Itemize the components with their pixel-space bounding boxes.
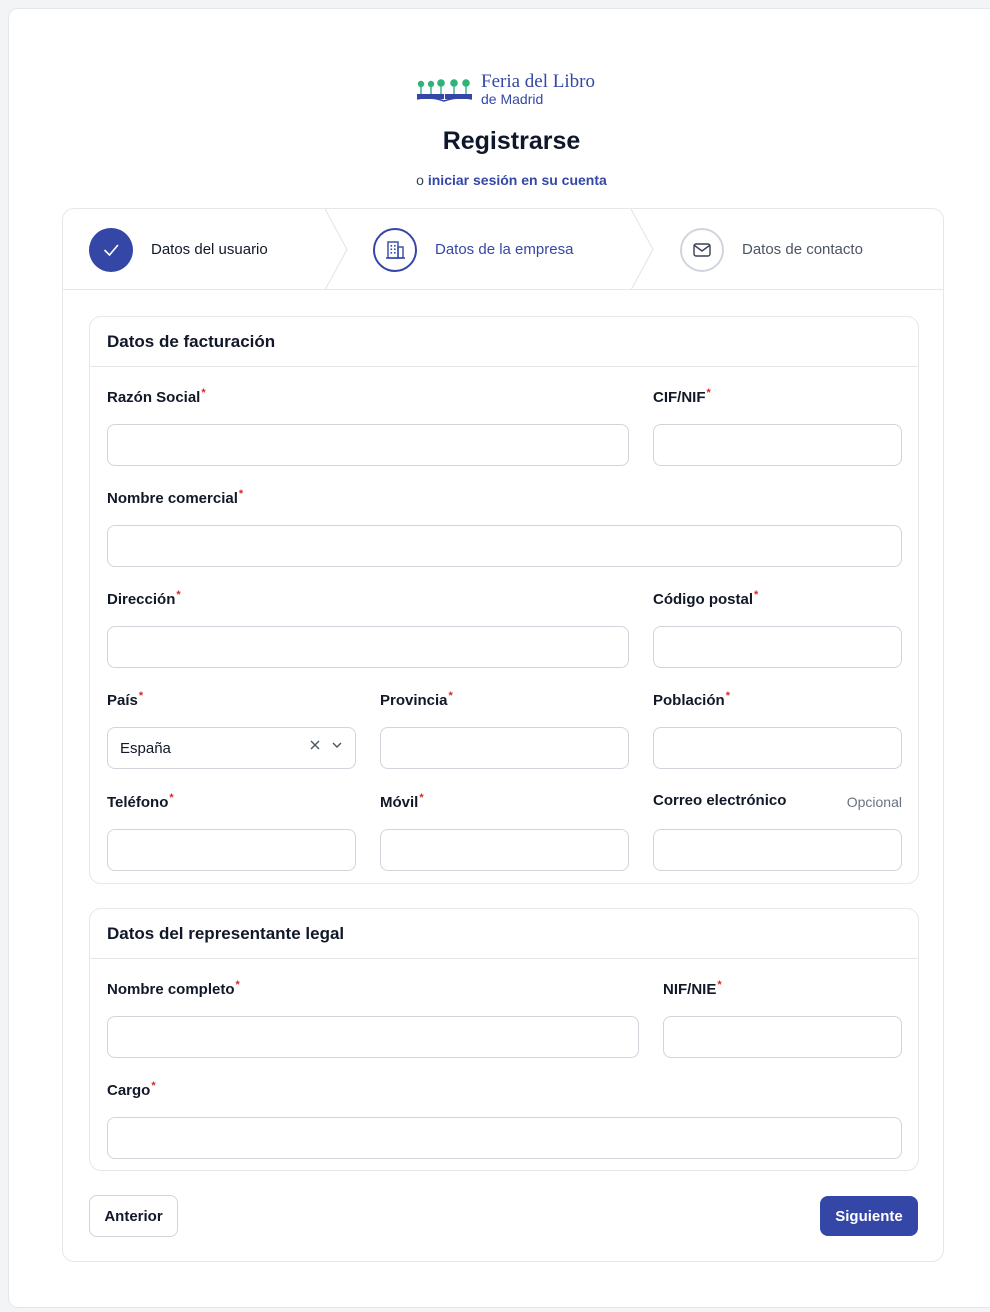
movil-field: Móvil*	[380, 792, 629, 871]
direccion-input[interactable]	[107, 626, 629, 668]
step-company-data[interactable]: Datos de la empresa	[373, 209, 573, 290]
login-link[interactable]: iniciar sesión en su cuenta	[428, 172, 607, 188]
pais-select[interactable]: España	[107, 727, 356, 769]
field-label: Nombre comercial	[107, 490, 238, 507]
required-mark: *	[176, 589, 181, 601]
step-contact-data[interactable]: Datos de contacto	[680, 209, 863, 290]
step-label: Datos de la empresa	[435, 241, 574, 258]
step-label: Datos del usuario	[151, 241, 268, 258]
pais-field: País* España	[107, 690, 356, 769]
legal-panel-title: Datos del representante legal	[90, 909, 918, 959]
field-label: Móvil	[380, 794, 419, 811]
field-label: Nombre completo	[107, 981, 235, 998]
clear-icon[interactable]	[309, 739, 321, 751]
cif-nif-input[interactable]	[653, 424, 902, 466]
poblacion-input[interactable]	[653, 727, 902, 769]
required-mark: *	[169, 792, 174, 804]
registration-card: Datos del usuario Datos de la empresa Da…	[62, 208, 944, 1262]
field-label: Provincia	[380, 692, 448, 709]
subtitle-prefix: o	[416, 172, 424, 188]
step-separator	[325, 209, 348, 290]
required-mark: *	[717, 979, 722, 991]
nombre-comercial-input[interactable]	[107, 525, 902, 567]
required-mark: *	[238, 488, 244, 500]
razon-social-field: Razón Social*	[107, 387, 629, 466]
field-label: Población	[653, 692, 725, 709]
brand-subtitle: de Madrid	[481, 91, 544, 107]
cif-nif-field: CIF/NIF*	[653, 387, 902, 466]
required-mark: *	[138, 690, 144, 702]
razon-social-input[interactable]	[107, 424, 629, 466]
previous-button[interactable]: Anterior	[89, 1195, 178, 1237]
required-mark: *	[725, 690, 730, 702]
field-label: CIF/NIF	[653, 389, 706, 406]
required-mark: *	[151, 1080, 156, 1092]
stepper: Datos del usuario Datos de la empresa Da…	[63, 209, 943, 290]
required-mark: *	[235, 979, 240, 991]
provincia-input[interactable]	[380, 727, 629, 769]
page-subtitle: o iniciar sesión en su cuenta	[9, 172, 990, 188]
cargo-input[interactable]	[107, 1117, 902, 1159]
book-trees-icon	[416, 79, 473, 102]
brand-name: Feria del Libro	[481, 71, 595, 92]
cargo-field: Cargo*	[107, 1080, 902, 1159]
step-separator	[631, 209, 654, 290]
provincia-field: Provincia*	[380, 690, 629, 769]
chevron-down-icon[interactable]	[331, 739, 343, 751]
correo-input[interactable]	[653, 829, 902, 871]
billing-panel-title: Datos de facturación	[90, 317, 918, 367]
field-label: Razón Social	[107, 389, 201, 406]
step-label: Datos de contacto	[742, 241, 863, 258]
nif-nie-input[interactable]	[663, 1016, 902, 1058]
brand-logo: Feria del Libro de Madrid	[415, 69, 595, 109]
building-icon	[373, 227, 417, 272]
required-mark: *	[754, 589, 759, 601]
nombre-comercial-field: Nombre comercial*	[107, 488, 902, 567]
legal-rep-panel: Datos del representante legal Nombre com…	[89, 908, 919, 1171]
nif-nie-field: NIF/NIE*	[663, 979, 902, 1058]
step-user-data[interactable]: Datos del usuario	[89, 209, 268, 290]
nombre-completo-input[interactable]	[107, 1016, 639, 1058]
telefono-input[interactable]	[107, 829, 356, 871]
movil-input[interactable]	[380, 829, 629, 871]
page-title: Registrarse	[442, 127, 581, 155]
field-label: Dirección	[107, 591, 176, 608]
telefono-field: Teléfono*	[107, 792, 356, 871]
field-label: Código postal	[653, 591, 753, 608]
billing-panel: Datos de facturación Razón Social* CIF/N…	[89, 316, 919, 884]
optional-hint: Opcional	[846, 794, 902, 810]
field-label: NIF/NIE	[663, 981, 717, 998]
pais-selected-value: España	[120, 739, 171, 757]
required-mark: *	[706, 387, 711, 399]
codigo-postal-field: Código postal*	[653, 589, 902, 668]
required-mark: *	[201, 387, 206, 399]
envelope-icon	[680, 227, 724, 272]
field-label: Teléfono	[107, 794, 169, 811]
codigo-postal-input[interactable]	[653, 626, 902, 668]
field-label: Correo electrónico	[653, 792, 787, 809]
required-mark: *	[419, 792, 424, 804]
check-icon	[89, 227, 133, 272]
direccion-field: Dirección*	[107, 589, 629, 668]
nombre-completo-field: Nombre completo*	[107, 979, 639, 1058]
poblacion-field: Población*	[653, 690, 902, 769]
next-button[interactable]: Siguiente	[820, 1196, 918, 1236]
field-label: País	[107, 692, 138, 709]
correo-field: Correo electrónico Opcional	[653, 792, 902, 871]
field-label: Cargo	[107, 1082, 151, 1099]
required-mark: *	[448, 690, 453, 702]
